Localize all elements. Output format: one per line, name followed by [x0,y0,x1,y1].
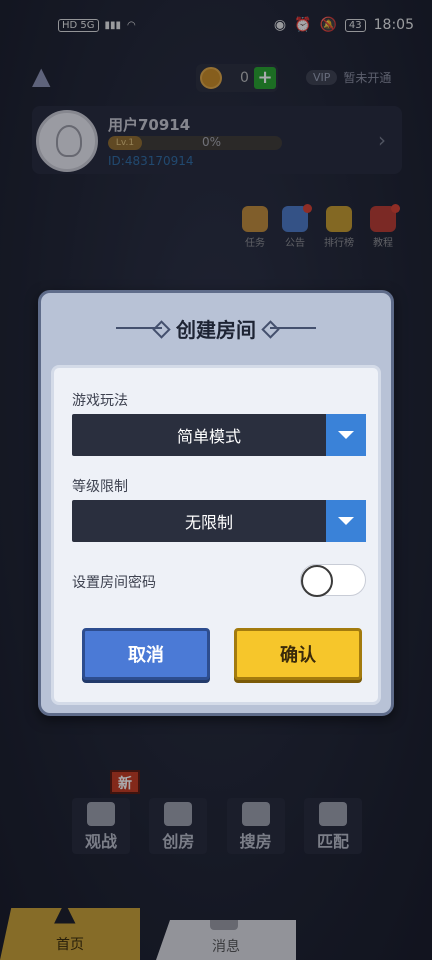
level-limit-label: 等级限制 [72,479,128,495]
cancel-button[interactable]: 取消 [82,628,210,680]
chevron-down-icon [338,431,354,439]
dialog-title: 创建房间 [176,317,256,342]
level-limit-value: 无限制 [184,513,233,532]
title-ornament-right [270,327,316,329]
create-room-dialog: 创建房间 游戏玩法 简单模式 等级限制 无限制 设置房间密码 取消 确认 [38,290,394,716]
mode-select[interactable]: 简单模式 [72,414,366,456]
level-limit-dropdown-button[interactable] [326,500,366,542]
level-limit-select[interactable]: 无限制 [72,500,366,542]
toggle-knob [301,565,333,597]
title-ornament-left [116,327,162,329]
password-toggle[interactable] [300,564,366,597]
confirm-button[interactable]: 确认 [234,628,362,680]
dialog-header: 创建房间 [41,311,391,345]
mode-select-value: 简单模式 [176,427,241,446]
password-label: 设置房间密码 [72,575,156,591]
chevron-down-icon [338,517,354,525]
mode-dropdown-button[interactable] [326,414,366,456]
mode-label: 游戏玩法 [72,393,128,409]
dialog-body: 游戏玩法 简单模式 等级限制 无限制 设置房间密码 取消 确认 [51,365,381,705]
